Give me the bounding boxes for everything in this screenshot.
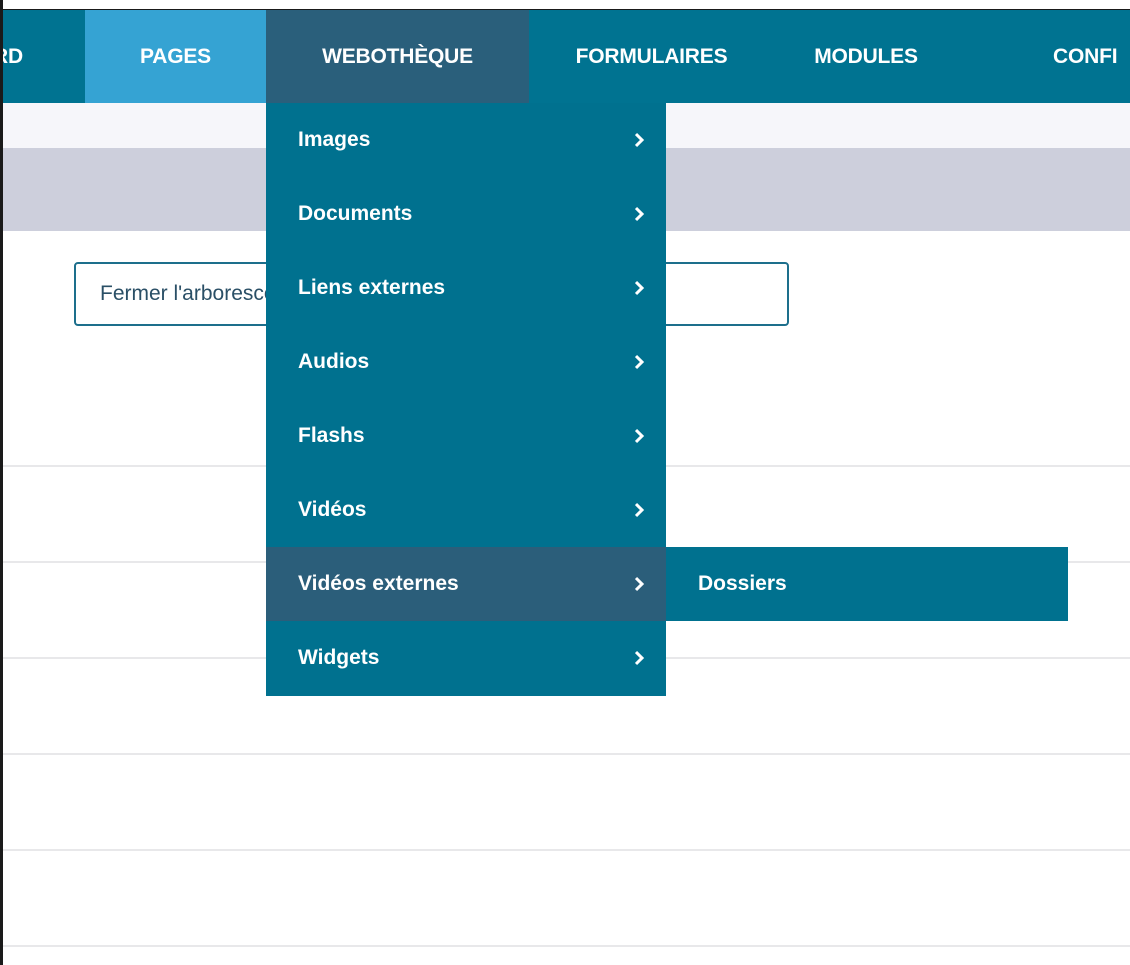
- menu-item-images[interactable]: Images: [266, 103, 666, 177]
- webotheque-dropdown-menu: Images Documents Liens externes Audios F…: [266, 103, 666, 696]
- nav-item-label: FORMULAIRES: [575, 44, 728, 68]
- menu-item-widgets[interactable]: Widgets: [266, 621, 666, 695]
- app-frame: RD PAGES WEBOTHÈQUE FORMULAIRES MODULES …: [0, 0, 1130, 965]
- nav-item-formulaires[interactable]: FORMULAIRES: [529, 10, 774, 103]
- menu-item-videos-externes[interactable]: Vidéos externes: [266, 547, 666, 621]
- list-row-divider: [3, 849, 1130, 851]
- submenu-item-dossiers[interactable]: Dossiers: [666, 547, 1068, 621]
- menu-item-label: Liens externes: [298, 276, 446, 299]
- menu-item-label: Documents: [298, 202, 413, 225]
- menu-item-documents[interactable]: Documents: [266, 177, 666, 251]
- nav-item-label: WEBOTHÈQUE: [322, 44, 473, 68]
- menu-item-videos[interactable]: Vidéos: [266, 473, 666, 547]
- chevron-right-icon: [630, 131, 648, 149]
- menu-item-label: Widgets: [298, 646, 380, 669]
- submenu-item-label: Dossiers: [698, 572, 787, 595]
- nav-item-label: PAGES: [140, 44, 211, 68]
- nav-item-pages[interactable]: PAGES: [85, 10, 266, 103]
- menu-item-label: Vidéos: [298, 498, 367, 521]
- menu-item-label: Images: [298, 128, 371, 151]
- videos-externes-submenu: Dossiers: [666, 547, 1068, 621]
- menu-item-flashs[interactable]: Flashs: [266, 399, 666, 473]
- nav-item-modules[interactable]: MODULES: [774, 10, 958, 103]
- nav-item-configuration[interactable]: CONFI: [958, 10, 1130, 103]
- menu-item-audios[interactable]: Audios: [266, 325, 666, 399]
- menu-item-label: Vidéos externes: [298, 572, 459, 595]
- chevron-right-icon: [630, 353, 648, 371]
- frame-top-edge: [0, 0, 1130, 10]
- chevron-right-icon: [630, 575, 648, 593]
- list-row-divider: [3, 945, 1130, 947]
- chevron-right-icon: [630, 279, 648, 297]
- list-row-divider: [3, 753, 1130, 755]
- nav-item-label: RD: [3, 44, 23, 68]
- chevron-right-icon: [630, 649, 648, 667]
- menu-item-label: Flashs: [298, 424, 365, 447]
- frame-left-edge: [0, 0, 3, 965]
- chevron-right-icon: [630, 501, 648, 519]
- chevron-right-icon: [630, 205, 648, 223]
- menu-item-label: Audios: [298, 350, 370, 373]
- top-navigation: RD PAGES WEBOTHÈQUE FORMULAIRES MODULES …: [3, 10, 1130, 103]
- nav-item-webotheque[interactable]: WEBOTHÈQUE: [266, 10, 529, 103]
- nav-item-label: CONFI: [1053, 44, 1118, 68]
- menu-item-liens-externes[interactable]: Liens externes: [266, 251, 666, 325]
- chevron-right-icon: [630, 427, 648, 445]
- nav-item-label: MODULES: [814, 44, 918, 68]
- nav-item-dashboard[interactable]: RD: [3, 10, 53, 103]
